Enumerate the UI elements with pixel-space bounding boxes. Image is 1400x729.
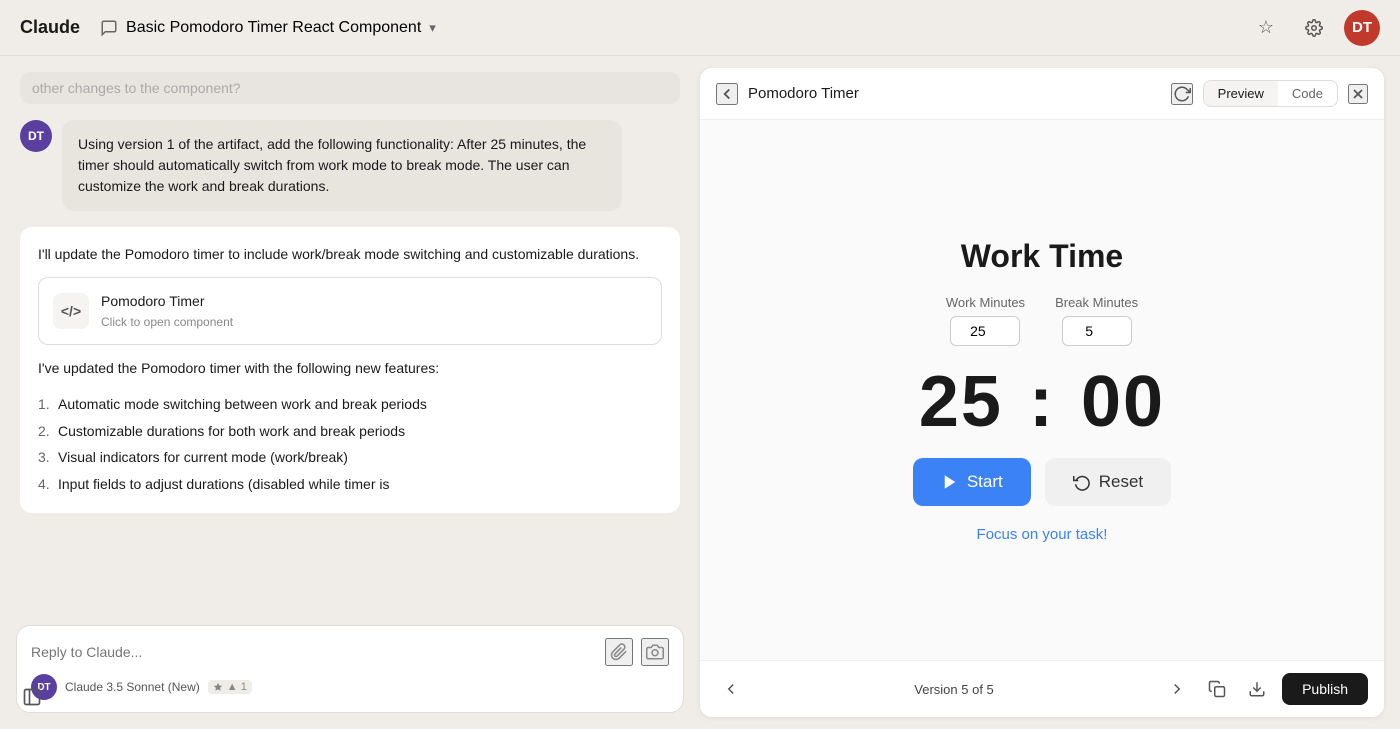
publish-button[interactable]: Publish bbox=[1282, 673, 1368, 705]
tab-preview[interactable]: Preview bbox=[1204, 81, 1278, 106]
star-button[interactable]: ☆ bbox=[1248, 10, 1284, 46]
settings-button[interactable] bbox=[1296, 10, 1332, 46]
header-title: Basic Pomodoro Timer React Component bbox=[126, 19, 421, 37]
close-button[interactable] bbox=[1348, 84, 1368, 104]
settings-icon bbox=[1305, 19, 1323, 37]
list-item: Input fields to adjust durations (disabl… bbox=[38, 471, 662, 497]
chat-input-area: DT Claude 3.5 Sonnet (New) ▲ 1 bbox=[0, 613, 700, 729]
chat-messages: other changes to the component? DT Using… bbox=[0, 56, 700, 613]
header-title-area: Basic Pomodoro Timer React Component ▾ bbox=[100, 19, 1248, 37]
play-icon bbox=[941, 473, 959, 491]
work-minutes-input[interactable] bbox=[950, 316, 1020, 346]
header-actions: ☆ DT bbox=[1248, 10, 1380, 46]
feature-list: Automatic mode switching between work an… bbox=[38, 391, 662, 497]
attachment-button[interactable] bbox=[605, 638, 633, 666]
app-logo: Claude bbox=[20, 17, 80, 38]
version-label: Version 5 of 5 bbox=[756, 682, 1152, 697]
reset-icon bbox=[1073, 473, 1091, 491]
version-next-button[interactable] bbox=[1162, 676, 1192, 702]
preview-panel: Pomodoro Timer Preview Code Wor bbox=[700, 68, 1384, 717]
timer-colon: : bbox=[1029, 362, 1055, 442]
chat-footer: DT Claude 3.5 Sonnet (New) ▲ 1 bbox=[31, 674, 669, 700]
chevron-down-icon[interactable]: ▾ bbox=[429, 20, 436, 36]
sidebar-toggle[interactable] bbox=[16, 681, 48, 713]
pomodoro-buttons: Start Reset bbox=[913, 458, 1171, 506]
artifact-info: Pomodoro Timer Click to open component bbox=[101, 290, 233, 332]
list-item: Visual indicators for current mode (work… bbox=[38, 444, 662, 470]
back-icon bbox=[718, 85, 736, 103]
close-icon bbox=[1350, 86, 1366, 102]
version-prev-button[interactable] bbox=[716, 676, 746, 702]
chat-icon bbox=[100, 19, 118, 37]
refresh-button[interactable] bbox=[1171, 83, 1193, 105]
chat-input-box: DT Claude 3.5 Sonnet (New) ▲ 1 bbox=[16, 625, 684, 713]
preview-back-button[interactable] bbox=[716, 83, 738, 105]
chat-panel: other changes to the component? DT Using… bbox=[0, 56, 700, 729]
list-item: Customizable durations for both work and… bbox=[38, 418, 662, 444]
pomodoro-status: Focus on your task! bbox=[977, 526, 1108, 543]
model-badge: ▲ 1 bbox=[208, 680, 252, 694]
camera-icon bbox=[646, 643, 664, 661]
break-minutes-label: Break Minutes bbox=[1055, 295, 1138, 310]
chat-input[interactable] bbox=[31, 644, 597, 660]
break-minutes-input[interactable] bbox=[1062, 316, 1132, 346]
reset-label: Reset bbox=[1099, 472, 1143, 492]
star-icon: ☆ bbox=[1258, 17, 1274, 38]
attachment-icon bbox=[610, 643, 628, 661]
assistant-intro: I'll update the Pomodoro timer to includ… bbox=[38, 243, 662, 265]
next-icon bbox=[1168, 680, 1186, 698]
refresh-icon bbox=[1173, 85, 1191, 103]
assistant-followup: I've updated the Pomodoro timer with the… bbox=[38, 357, 662, 379]
preview-footer: Version 5 of 5 Publish bbox=[700, 660, 1384, 717]
reset-button[interactable]: Reset bbox=[1045, 458, 1171, 506]
prev-icon bbox=[722, 680, 740, 698]
copy-icon bbox=[1208, 680, 1226, 698]
artifact-card[interactable]: </> Pomodoro Timer Click to open compone… bbox=[38, 277, 662, 345]
preview-header: Pomodoro Timer Preview Code bbox=[700, 68, 1384, 120]
chat-input-row bbox=[31, 638, 669, 666]
main-layout: other changes to the component? DT Using… bbox=[0, 56, 1400, 729]
break-minutes-setting: Break Minutes bbox=[1055, 295, 1138, 346]
header: Claude Basic Pomodoro Timer React Compon… bbox=[0, 0, 1400, 56]
preview-content: Work Time Work Minutes Break Minutes 25 … bbox=[700, 120, 1384, 660]
pomodoro-settings: Work Minutes Break Minutes bbox=[946, 295, 1138, 346]
artifact-icon: </> bbox=[53, 293, 89, 329]
timer-hours: 25 bbox=[919, 362, 1003, 442]
artifact-name: Pomodoro Timer bbox=[101, 290, 233, 312]
download-button[interactable] bbox=[1242, 676, 1272, 702]
model-name: Claude 3.5 Sonnet (New) bbox=[65, 680, 200, 694]
user-avatar-small: DT bbox=[20, 120, 52, 152]
faded-message: other changes to the component? bbox=[20, 72, 680, 104]
start-button[interactable]: Start bbox=[913, 458, 1031, 506]
preview-tabs: Preview Code bbox=[1203, 80, 1338, 107]
user-avatar[interactable]: DT bbox=[1344, 10, 1380, 46]
start-label: Start bbox=[967, 472, 1003, 492]
assistant-message: I'll update the Pomodoro timer to includ… bbox=[20, 227, 680, 513]
preview-title: Pomodoro Timer bbox=[748, 85, 1161, 102]
pomodoro-timer: 25 : 00 bbox=[919, 366, 1165, 438]
pomodoro-app-title: Work Time bbox=[961, 238, 1123, 275]
sidebar-icon bbox=[22, 687, 42, 707]
artifact-subtitle: Click to open component bbox=[101, 313, 233, 332]
work-minutes-setting: Work Minutes bbox=[946, 295, 1025, 346]
camera-button[interactable] bbox=[641, 638, 669, 666]
timer-minutes: 00 bbox=[1081, 362, 1165, 442]
list-item: Automatic mode switching between work an… bbox=[38, 391, 662, 417]
copy-button[interactable] bbox=[1202, 676, 1232, 702]
download-icon bbox=[1248, 680, 1266, 698]
tab-code[interactable]: Code bbox=[1278, 81, 1337, 106]
chat-input-icons bbox=[605, 638, 669, 666]
work-minutes-label: Work Minutes bbox=[946, 295, 1025, 310]
user-bubble: Using version 1 of the artifact, add the… bbox=[62, 120, 622, 211]
pomodoro-app: Work Time Work Minutes Break Minutes 25 … bbox=[700, 208, 1384, 573]
user-message: DT Using version 1 of the artifact, add … bbox=[20, 120, 680, 211]
